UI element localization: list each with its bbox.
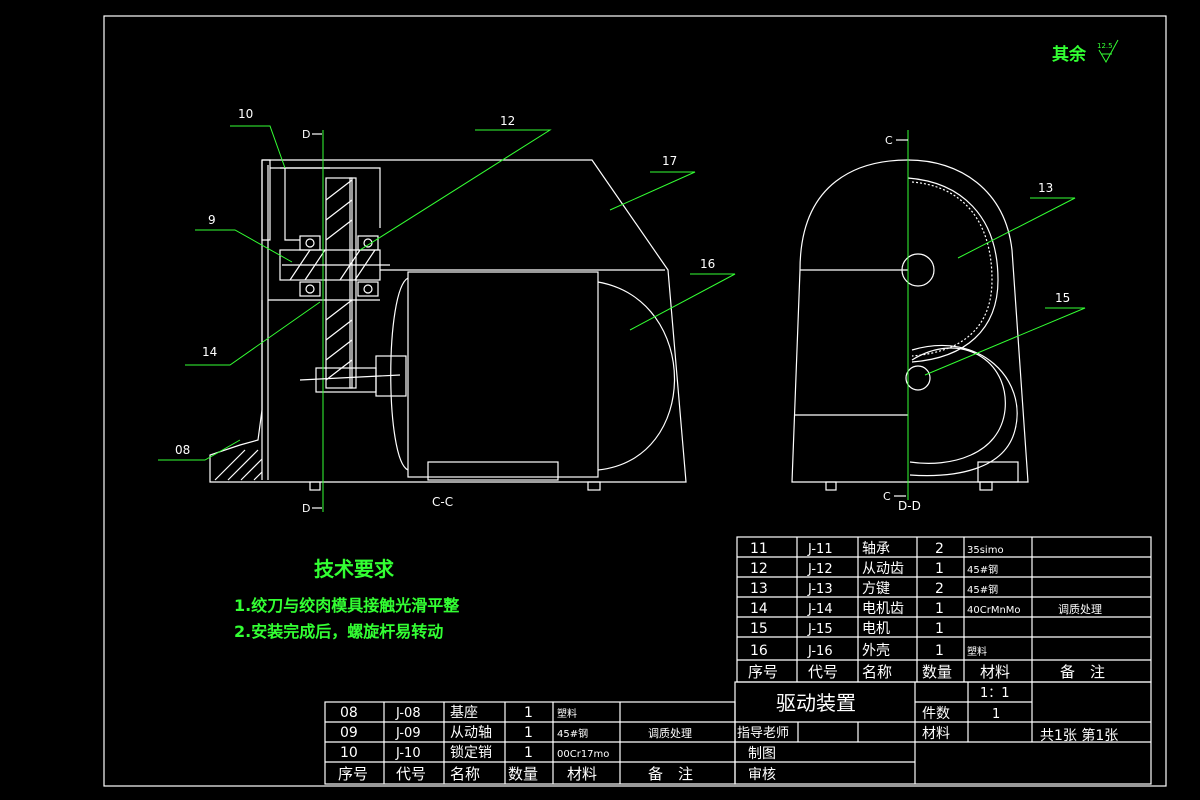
bom-lower-cell-no: 08 (340, 705, 358, 721)
bom-upper-cell-no: 11 (750, 541, 768, 557)
balloon-08: 08 (175, 443, 190, 457)
bom-upper-cell-mat: 35simo (967, 545, 1004, 556)
bom-lower-header-name: 名称 (450, 765, 480, 783)
bom-upper-cell-qty: 2 (935, 581, 944, 597)
bom-upper-cell-qty: 1 (935, 561, 944, 577)
drawing-canvas: 其余 12.5 D D C-C 10 12 17 9 16 14 08 C C … (103, 15, 1167, 787)
bom-upper-cell-name: 轴承 (862, 541, 890, 557)
bom-upper-cell-code: J-11 (807, 542, 833, 557)
advisor-label: 指导老师 (737, 726, 789, 741)
balloon-14: 14 (202, 345, 217, 359)
pieces-label: 件数 (922, 706, 950, 722)
bom-upper-header-name: 名称 (862, 663, 892, 681)
drawn-label: 制图 (748, 746, 776, 762)
balloon-10: 10 (238, 107, 253, 121)
bom-lower-cell-qty: 1 (524, 745, 533, 761)
bom-upper-cell-note: 调质处理 (1058, 603, 1102, 616)
bom-upper-cell-qty: 1 (935, 621, 944, 637)
balloon-17: 17 (662, 154, 677, 168)
bom-lower-cell-code: J-08 (395, 706, 421, 721)
section-view-cc (209, 130, 687, 512)
bom-upper-cell-no: 16 (750, 643, 768, 659)
bom-lower-cell-no: 09 (340, 725, 358, 741)
bom-lower-header-mat: 材料 (567, 765, 597, 783)
bom-upper-cell-code: J-15 (807, 622, 833, 637)
view-label-dd: D-D (898, 499, 921, 513)
bom-upper-cell-code: J-14 (807, 602, 833, 617)
drawing-name: 驱动装置 (776, 691, 856, 715)
balloon-12: 12 (500, 114, 515, 128)
bom-upper-cell-qty: 1 (935, 601, 944, 617)
bom-upper-cell-no: 14 (750, 601, 768, 617)
section-mark-d-bottom: D (302, 502, 310, 515)
bom-lower-header-code: 代号 (396, 765, 426, 783)
bom-lower-cell-code: J-09 (395, 726, 421, 741)
bom-upper-header-no: 序号 (748, 663, 778, 681)
bom-lower-cell-code: J-10 (395, 746, 421, 761)
bom-lower-cell-name: 从动轴 (450, 725, 492, 741)
bom-lower-header-note: 备 注 (648, 765, 693, 783)
bom-upper-cell-code: J-13 (807, 582, 833, 597)
surface-note-text: 其余 (1052, 44, 1087, 65)
bom-lower-cell-note: 调质处理 (648, 727, 692, 740)
bom-upper-cell-qty: 2 (935, 541, 944, 557)
bom-upper-header-qty: 数量 (922, 663, 952, 681)
scale-value: 1：1 (980, 686, 1010, 701)
bom-lower-header-qty: 数量 (508, 765, 538, 783)
bom-lower-cell-qty: 1 (524, 725, 533, 741)
bom-upper-cell-no: 12 (750, 561, 768, 577)
view-label-cc: C-C (432, 495, 453, 509)
bom-lower-cell-name: 锁定销 (450, 745, 492, 761)
tech-line-1: 1.绞刀与绞肉模具接触光滑平整 (234, 596, 459, 615)
balloon-15: 15 (1055, 291, 1070, 305)
bom-lower-rows: 08 J-08 基座 1 塑料 09 J-09 从动轴 1 45#钢 调质处理 10 J-10 锁定销 1 0… (338, 704, 693, 783)
pieces-value: 1 (992, 707, 1000, 722)
bom-upper-header-note: 备 注 (1060, 663, 1105, 681)
bom-upper-cell-no: 15 (750, 621, 768, 637)
bom-upper-cell-name: 电机 (862, 621, 890, 637)
roughness-value: 12.5 (1097, 42, 1113, 50)
bom-upper-cell-mat: 40CrMnMo (967, 605, 1021, 616)
bom-upper-cell-name: 电机齿 (862, 601, 904, 617)
bom-upper-cell-code: J-16 (807, 644, 833, 659)
bom-upper-header-mat: 材料 (980, 663, 1010, 681)
bom-upper-cell-code: J-12 (807, 562, 833, 577)
sheets-info: 共1张 第1张 (1040, 727, 1118, 744)
section-view-dd (791, 130, 1029, 500)
tech-title: 技术要求 (314, 557, 395, 581)
bom-lower-cell-name: 基座 (450, 704, 478, 721)
bom-upper-header-code: 代号 (808, 663, 838, 681)
material-label: 材料 (922, 726, 950, 742)
bom-upper-cell-qty: 1 (935, 643, 944, 659)
section-mark-c-top: C (885, 134, 893, 147)
bom-lower-cell-no: 10 (340, 745, 358, 761)
bom-upper-cell-mat: 45#钢 (967, 583, 998, 596)
leader-lines-left (158, 125, 736, 461)
bom-lower-cell-mat: 45#钢 (557, 727, 588, 740)
review-label: 审核 (748, 767, 776, 783)
section-mark-c-bottom: C (883, 490, 891, 503)
bom-upper-cell-name: 从动齿 (862, 561, 904, 577)
balloon-13: 13 (1038, 181, 1053, 195)
bom-upper-cell-name: 方键 (862, 581, 890, 597)
bom-upper-cell-mat: 塑料 (967, 645, 987, 658)
bom-lower-cell-qty: 1 (524, 705, 533, 721)
balloon-16: 16 (700, 257, 715, 271)
bom-lower-header-no: 序号 (338, 765, 368, 783)
bom-lower-cell-mat: 塑料 (557, 707, 577, 720)
section-mark-d-top: D (302, 128, 310, 141)
tech-line-2: 2.安装完成后，螺旋杆易转动 (234, 622, 443, 641)
bom-upper-cell-no: 13 (750, 581, 768, 597)
bom-upper-cell-mat: 45#钢 (967, 563, 998, 576)
balloon-9: 9 (208, 213, 216, 227)
bom-upper-cell-name: 外壳 (862, 642, 890, 659)
bom-lower-cell-mat: 00Cr17mo (557, 749, 609, 760)
